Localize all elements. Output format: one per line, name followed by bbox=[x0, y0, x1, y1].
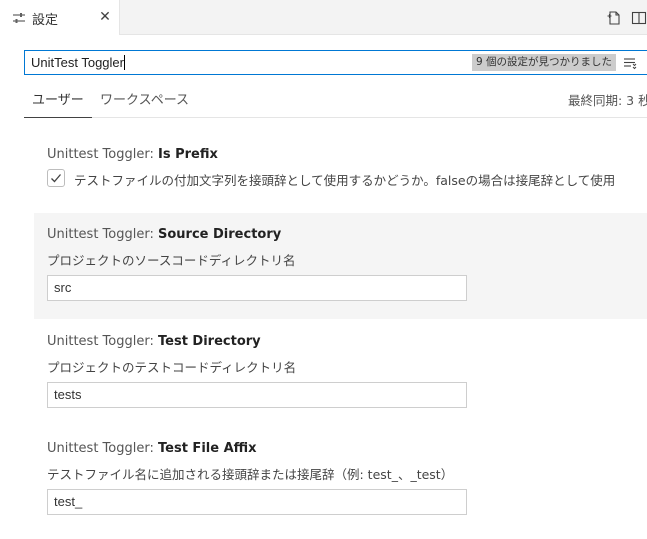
split-editor-icon[interactable] bbox=[631, 10, 647, 26]
setting-title: Unittest Toggler: Test File Affix bbox=[47, 441, 257, 456]
settings-sliders-icon bbox=[12, 11, 26, 25]
tab-settings[interactable]: 設定 ✕ bbox=[0, 0, 120, 35]
test-directory-input[interactable]: tests bbox=[47, 382, 467, 408]
last-synced-status: 最終同期: 3 秒 bbox=[568, 93, 647, 108]
setting-description: テストファイル名に追加される接頭辞または接尾辞（例: test_、_test） bbox=[47, 467, 454, 482]
setting-title: Unittest Toggler: Test Directory bbox=[47, 334, 261, 349]
setting-category: Unittest Toggler: bbox=[47, 334, 158, 349]
setting-test-file-affix: Unittest Toggler: Test File Affix テストファイ… bbox=[34, 427, 647, 533]
setting-name: Test File Affix bbox=[158, 441, 257, 456]
close-icon[interactable]: ✕ bbox=[98, 9, 112, 25]
open-settings-json-icon[interactable] bbox=[606, 10, 622, 26]
setting-category: Unittest Toggler: bbox=[47, 227, 158, 242]
search-value: UnitTest Toggler bbox=[31, 55, 124, 70]
setting-name: Source Directory bbox=[158, 227, 282, 242]
text-caret bbox=[123, 55, 125, 70]
setting-description: テストファイルの付加文字列を接頭辞として使用するかどうか。falseの場合は接尾… bbox=[74, 173, 616, 188]
tab-user[interactable]: ユーザー bbox=[24, 88, 92, 118]
setting-is-prefix: Unittest Toggler: Is Prefix テストファイルの付加文字… bbox=[34, 136, 647, 212]
tab-label: 設定 bbox=[32, 13, 59, 28]
setting-title: Unittest Toggler: Is Prefix bbox=[47, 147, 218, 162]
setting-source-directory: Unittest Toggler: Source Directory プロジェク… bbox=[34, 213, 647, 319]
search-value-wrapper: UnitTest Toggler bbox=[31, 55, 125, 70]
source-directory-input[interactable]: src bbox=[47, 275, 467, 301]
checkmark-icon bbox=[51, 174, 61, 183]
setting-description: プロジェクトのテストコードディレクトリ名 bbox=[47, 360, 297, 375]
setting-description: プロジェクトのソースコードディレクトリ名 bbox=[47, 253, 296, 268]
is-prefix-checkbox[interactable] bbox=[47, 169, 65, 187]
filter-list-icon[interactable] bbox=[623, 55, 639, 71]
tab-workspace[interactable]: ワークスペース bbox=[92, 88, 197, 118]
setting-category: Unittest Toggler: bbox=[47, 147, 158, 162]
test-file-affix-input[interactable]: test_ bbox=[47, 489, 467, 515]
setting-name: Test Directory bbox=[158, 334, 261, 349]
setting-category: Unittest Toggler: bbox=[47, 441, 158, 456]
tab-bar: 設定 ✕ bbox=[0, 0, 647, 35]
settings-scope-tabs: ユーザー ワークスペース 最終同期: 3 秒 bbox=[24, 88, 647, 118]
setting-test-directory: Unittest Toggler: Test Directory プロジェクトの… bbox=[34, 320, 647, 426]
search-result-count: 9 個の設定が見つかりました bbox=[472, 54, 617, 71]
settings-search-input[interactable]: UnitTest Toggler 9 個の設定が見つかりました bbox=[24, 50, 647, 75]
setting-name: Is Prefix bbox=[158, 147, 218, 162]
setting-title: Unittest Toggler: Source Directory bbox=[47, 227, 281, 242]
